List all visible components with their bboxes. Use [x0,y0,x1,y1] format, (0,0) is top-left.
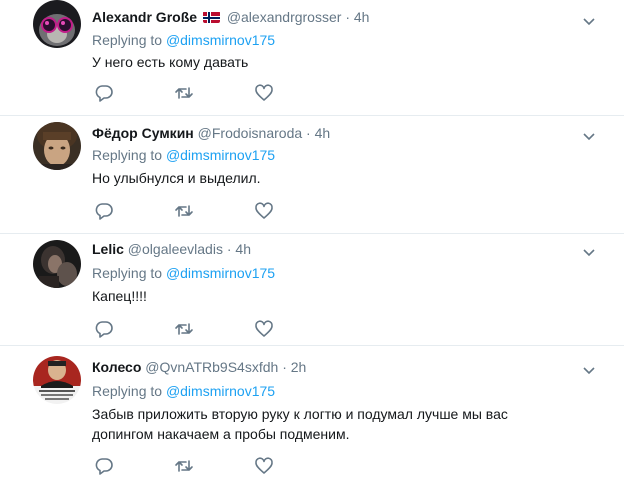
display-name[interactable]: Alexandr Große [92,9,197,25]
tweet-header: Фёдор Сумкин @Frodoisnaroda · 4h [92,125,584,141]
tweet-actions [92,201,292,221]
norway-flag-icon [202,11,220,23]
mention-link[interactable]: @dimsmirnov175 [166,383,275,399]
reply-icon[interactable] [94,319,114,339]
timestamp[interactable]: 4h [235,241,251,257]
tweet-text: Забыв приложить вторую руку к логтю и по… [92,406,508,442]
retweet-icon[interactable] [174,319,194,339]
handle[interactable]: @olgaleevladis [128,241,223,257]
more-menu-button[interactable] [582,363,596,375]
tweet-actions [92,456,292,476]
reply-feed: Alexandr Große @alexandrgrosser · 4h Rep… [0,0,624,476]
tweet-actions [92,83,292,103]
mention-link[interactable]: @dimsmirnov175 [166,265,275,281]
mention-link[interactable]: @dimsmirnov175 [166,32,275,48]
retweet-icon[interactable] [174,201,194,221]
reply-icon[interactable] [94,456,114,476]
replying-to: Replying to @dimsmirnov175 [92,32,275,48]
replying-to-label: Replying to [92,265,163,281]
display-name[interactable]: Фёдор Сумкин [92,125,194,141]
heart-icon[interactable] [254,201,274,221]
more-menu-button[interactable] [582,129,596,141]
replying-to: Replying to @dimsmirnov175 [92,265,275,281]
timestamp[interactable]: 2h [291,359,307,375]
retweet-icon[interactable] [174,456,194,476]
tweet[interactable]: Фёдор Сумкин @Frodoisnaroda · 4h Replyin… [0,116,624,234]
tweet[interactable]: Alexandr Große @alexandrgrosser · 4h Rep… [0,0,624,116]
tweet-header: Alexandr Große @alexandrgrosser · 4h [92,9,584,25]
replying-to: Replying to @dimsmirnov175 [92,147,275,163]
tweet-header: Lelic @olgaleevladis · 4h [92,241,584,257]
tweet-text: У него есть кому давать [92,54,249,70]
heart-icon[interactable] [254,83,274,103]
handle[interactable]: @Frodoisnaroda [198,125,303,141]
replying-to-label: Replying to [92,32,163,48]
retweet-icon[interactable] [174,83,194,103]
avatar[interactable] [33,0,81,48]
more-menu-button[interactable] [582,14,596,26]
avatar[interactable] [33,240,81,288]
heart-icon[interactable] [254,456,274,476]
handle[interactable]: @QvnATRb9S4sxfdh [145,359,278,375]
mention-link[interactable]: @dimsmirnov175 [166,147,275,163]
reply-icon[interactable] [94,83,114,103]
tweet-text: Но улыбнулся и выделил. [92,170,261,186]
separator: · [345,9,350,25]
heart-icon[interactable] [254,319,274,339]
tweet-header: Колесо @QvnATRb9S4sxfdh · 2h [92,359,584,375]
display-name[interactable]: Lelic [92,241,124,257]
avatar[interactable] [33,356,81,404]
handle[interactable]: @alexandrgrosser [227,9,342,25]
tweet-text: Капец!!!! [92,288,147,304]
display-name[interactable]: Колесо [92,359,141,375]
replying-to-label: Replying to [92,383,163,399]
tweet[interactable]: Колесо @QvnATRb9S4sxfdh · 2h Replying to… [0,346,624,486]
more-menu-button[interactable] [582,245,596,257]
replying-to-label: Replying to [92,147,163,163]
timestamp[interactable]: 4h [315,125,331,141]
separator: · [226,241,232,257]
timestamp[interactable]: 4h [354,9,370,25]
tweet[interactable]: Lelic @olgaleevladis · 4h Replying to @d… [0,234,624,346]
replying-to: Replying to @dimsmirnov175 [92,383,275,399]
reply-icon[interactable] [94,201,114,221]
separator: · [306,125,311,141]
tweet-actions [92,319,292,339]
separator: · [282,359,287,375]
avatar[interactable] [33,122,81,170]
